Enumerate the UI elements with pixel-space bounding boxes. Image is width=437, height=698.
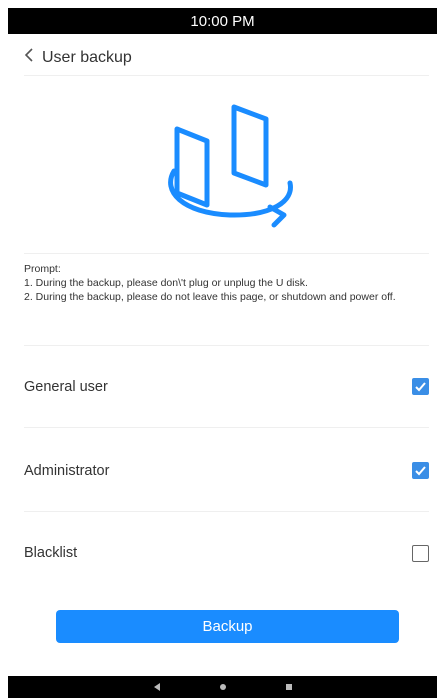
checkbox-administrator[interactable]	[412, 462, 429, 479]
chevron-left-icon	[24, 47, 34, 68]
check-icon	[415, 382, 426, 392]
check-icon	[415, 466, 426, 476]
checkbox-general-user[interactable]	[412, 378, 429, 395]
status-bar: 10:00 PM	[8, 8, 437, 34]
checkbox-blacklist[interactable]	[412, 544, 429, 562]
back-button[interactable]: User backup	[24, 47, 132, 68]
option-row-general-user[interactable]: General user	[24, 346, 429, 428]
page-title: User backup	[42, 48, 132, 66]
page-header: User backup	[24, 40, 429, 76]
backup-illustration	[24, 78, 429, 254]
backup-prompt: Prompt: 1. During the backup, please don…	[24, 262, 429, 346]
prompt-heading: Prompt:	[24, 263, 61, 275]
prompt-line-2: 2. During the backup, please do not leav…	[24, 291, 396, 303]
system-nav-bar	[8, 676, 437, 698]
backup-devices-icon	[167, 104, 293, 227]
back-icon[interactable]	[153, 683, 160, 691]
option-row-blacklist[interactable]: Blacklist	[24, 512, 429, 594]
status-time: 10:00 PM	[190, 12, 255, 30]
option-label: General user	[24, 378, 108, 395]
recents-icon[interactable]	[285, 684, 292, 690]
option-label: Administrator	[24, 462, 110, 479]
home-icon[interactable]	[219, 684, 226, 690]
backup-button[interactable]: Backup	[56, 610, 399, 643]
option-label: Blacklist	[24, 545, 78, 561]
option-row-administrator[interactable]: Administrator	[24, 430, 429, 512]
prompt-line-1: 1. During the backup, please don\'t plug…	[24, 277, 308, 289]
